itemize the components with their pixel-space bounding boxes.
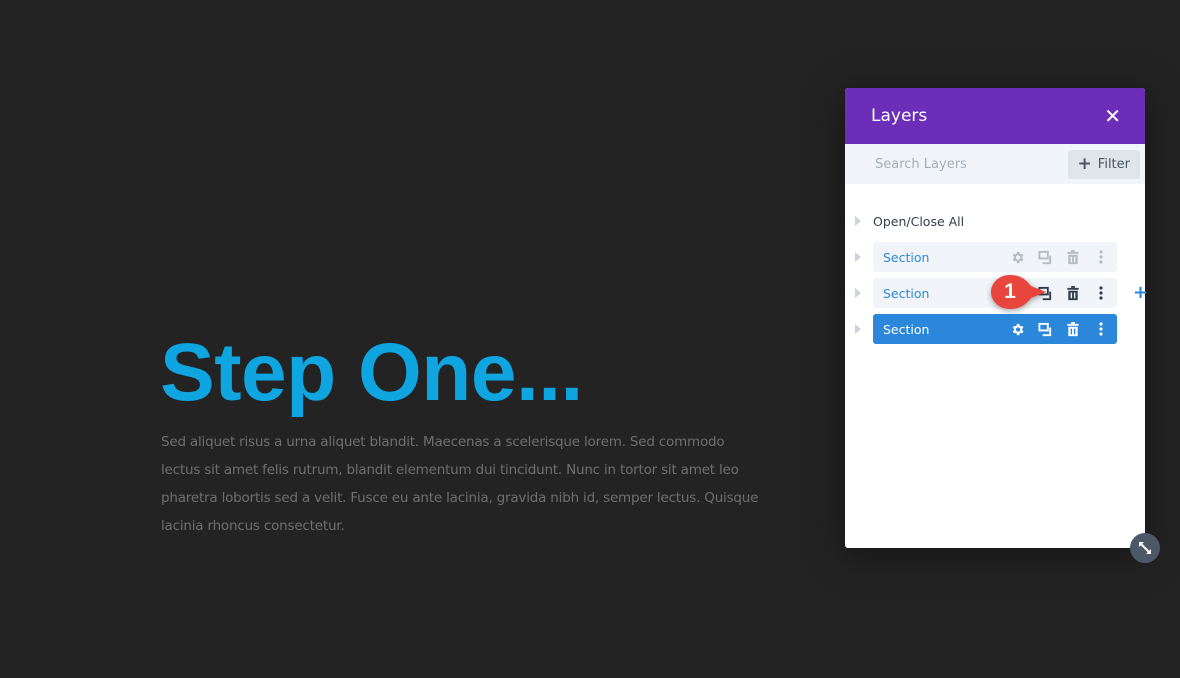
open-close-all-toggle[interactable]: Open/Close All <box>855 206 1145 236</box>
more-options-icon[interactable] <box>1093 249 1109 265</box>
gear-icon[interactable] <box>1009 321 1025 337</box>
layers-list: Open/Close All Section Section + 1 Secti… <box>845 184 1148 344</box>
trash-icon[interactable] <box>1065 249 1081 265</box>
layers-panel-header[interactable]: Layers ✕ <box>845 88 1145 144</box>
search-layers-input[interactable] <box>875 156 1055 172</box>
expand-triangle-icon[interactable] <box>855 324 861 334</box>
trash-icon[interactable] <box>1065 321 1081 337</box>
plus-icon: + <box>1077 153 1092 174</box>
layer-row-actions <box>1009 249 1109 265</box>
expand-triangle-icon[interactable] <box>855 252 861 262</box>
open-close-all-label: Open/Close All <box>873 213 965 229</box>
layer-row[interactable]: Section <box>873 242 1117 272</box>
more-options-icon[interactable] <box>1093 285 1109 301</box>
duplicate-icon[interactable] <box>1037 249 1053 265</box>
filter-button[interactable]: + Filter <box>1067 149 1140 179</box>
more-options-icon[interactable] <box>1093 321 1109 337</box>
hero-title: Step One... <box>160 327 583 418</box>
gear-icon[interactable] <box>1009 249 1025 265</box>
layers-panel: Layers ✕ + Filter Open/Close All Section <box>845 88 1148 548</box>
search-bar: + Filter <box>845 144 1145 184</box>
step-callout-badge: 1 <box>988 272 1052 312</box>
filter-label: Filter <box>1097 156 1130 172</box>
duplicate-icon[interactable] <box>1037 321 1053 337</box>
layer-row-wrapper: Section <box>855 242 1145 272</box>
close-icon[interactable]: ✕ <box>1104 106 1121 126</box>
layer-row-label: Section <box>883 249 930 265</box>
layers-panel-title: Layers <box>871 106 928 126</box>
resize-icon[interactable] <box>1130 533 1160 563</box>
layer-row-selected[interactable]: Section <box>873 314 1117 344</box>
trash-icon[interactable] <box>1065 285 1081 301</box>
hero-body-text: Sed aliquet risus a urna aliquet blandit… <box>161 434 759 534</box>
layer-row-label: Section <box>883 285 930 301</box>
layer-row-label: Section <box>883 321 930 337</box>
expand-triangle-icon[interactable] <box>855 216 861 226</box>
callout-number: 1 <box>1004 280 1016 303</box>
expand-triangle-icon[interactable] <box>855 288 861 298</box>
layer-row-wrapper: Section <box>855 314 1145 344</box>
add-layer-icon[interactable]: + <box>1133 284 1148 302</box>
layer-row-actions <box>1009 321 1109 337</box>
layer-row-wrapper: Section + 1 <box>855 275 1148 309</box>
